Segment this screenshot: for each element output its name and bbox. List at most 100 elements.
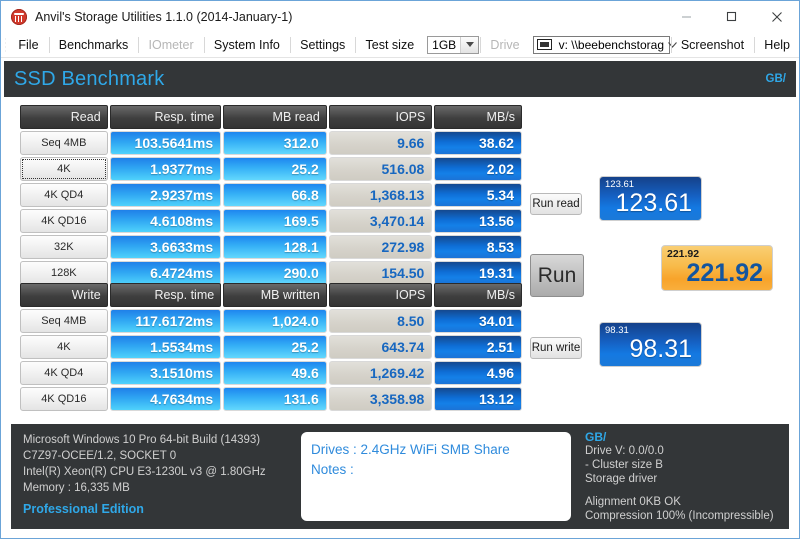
read-mb-cell: 128.1 [223, 235, 327, 259]
read-iops-cell: 9.66 [328, 131, 433, 155]
table-row: 4K QD16 4.7634ms 131.6 3,358.98 13.12 [20, 387, 522, 411]
write-mbs-cell: 34.01 [434, 309, 522, 333]
write-test-button[interactable]: 4K QD16 [20, 387, 108, 411]
total-score-panel: 221.92 221.92 [661, 245, 773, 291]
run-write-button[interactable]: Run write [530, 337, 582, 359]
system-board: C7Z97-OCEE/1.2, SOCKET 0 [23, 450, 177, 462]
write-resp-cell: 3.1510ms [109, 361, 222, 385]
read-iops-cell: 272.98 [328, 235, 433, 259]
system-edition: Professional Edition [23, 502, 144, 516]
run-read-button[interactable]: Run read [530, 193, 582, 215]
read-resp-cell: 6.4724ms [109, 261, 222, 285]
table-row: 4K 1.9377ms 25.2 516.08 2.02 [20, 157, 522, 181]
read-mb-cell: 312.0 [223, 131, 327, 155]
drive-info-unit: GB/ [585, 430, 607, 444]
read-resp-cell: 103.5641ms [109, 131, 222, 155]
window-controls [664, 1, 799, 32]
drive-label: Drive [490, 37, 520, 52]
read-iops-cell: 3,470.14 [328, 209, 433, 233]
read-iops-cell: 154.50 [328, 261, 433, 285]
title-bar: Anvil's Storage Utilities 1.1.0 (2014-Ja… [1, 1, 799, 32]
system-os: Microsoft Windows 10 Pro 64-bit Build (1… [23, 434, 261, 446]
table-row: 32K 3.6633ms 128.1 272.98 8.53 [20, 235, 522, 259]
drive-value: v: \\beebenchstorag [558, 37, 664, 52]
drive-info-panel: GB/ Drive V: 0.0/0.0 - Cluster size B St… [571, 424, 789, 529]
page-title-banner: SSD Benchmark GB/ [4, 61, 796, 97]
menu-item-settings[interactable]: Settings [291, 36, 354, 54]
read-header-cell: Read [20, 105, 108, 129]
minimize-icon[interactable] [664, 1, 709, 32]
read-test-button[interactable]: 4K QD16 [20, 209, 108, 233]
read-mb-cell: 169.5 [223, 209, 327, 233]
menu-item-help[interactable]: Help [755, 36, 799, 54]
write-resp-cell: 1.5534ms [109, 335, 222, 359]
read-header-cell: IOPS [328, 105, 433, 129]
write-header-cell: MB written [223, 283, 327, 307]
read-mbs-cell: 19.31 [434, 261, 522, 285]
toolbar-grip-icon[interactable] [5, 36, 7, 53]
write-iops-cell: 8.50 [328, 309, 433, 333]
write-header-cell: MB/s [434, 283, 523, 307]
write-header-cell: IOPS [328, 283, 433, 307]
table-row: 4K QD4 2.9237ms 66.8 1,368.13 5.34 [20, 183, 522, 207]
drive-select[interactable]: v: \\beebenchstorag [532, 35, 677, 54]
read-mbs-cell: 38.62 [434, 131, 522, 155]
banner-unit: GB/ [765, 73, 786, 85]
read-test-button[interactable]: Seq 4MB [20, 131, 108, 155]
write-resp-cell: 117.6172ms [109, 309, 222, 333]
table-row: 4K QD4 3.1510ms 49.6 1,269.42 4.96 [20, 361, 522, 385]
anvil-icon [11, 8, 27, 25]
write-score-small: 98.31 [605, 325, 629, 336]
read-test-button[interactable]: 32K [20, 235, 108, 259]
write-test-button[interactable]: Seq 4MB [20, 309, 108, 333]
notes-line: Notes : [311, 462, 354, 477]
maximize-icon[interactable] [709, 1, 754, 32]
read-header-cell: MB read [223, 105, 327, 129]
drive-info-driver: Storage driver [585, 473, 658, 485]
write-iops-cell: 643.74 [328, 335, 433, 359]
write-mb-cell: 131.6 [223, 387, 327, 411]
menu-item-benchmarks[interactable]: Benchmarks [50, 36, 137, 54]
read-mb-cell: 25.2 [223, 157, 327, 181]
read-mbs-cell: 13.56 [434, 209, 522, 233]
window-title: Anvil's Storage Utilities 1.1.0 (2014-Ja… [35, 9, 293, 24]
read-header-cell: Resp. time [109, 105, 222, 129]
read-resp-cell: 3.6633ms [109, 235, 222, 259]
read-iops-cell: 516.08 [328, 157, 433, 181]
menu-item-file[interactable]: File [9, 36, 47, 54]
read-header-cell: MB/s [434, 105, 523, 129]
drive-info-compression: Compression 100% (Incompressible) [585, 510, 774, 522]
table-row: 4K QD16 4.6108ms 169.5 3,470.14 13.56 [20, 209, 522, 233]
notes-input[interactable]: Drives : 2.4GHz WiFi SMB Share Notes : [301, 432, 571, 521]
write-results-table: Write Resp. time MB written IOPS MB/s Seq 4MB… [20, 283, 523, 413]
test-size-value: 1GB [432, 37, 457, 52]
close-icon[interactable] [754, 1, 799, 32]
chevron-down-icon[interactable] [460, 36, 479, 53]
read-test-button[interactable]: 4K [20, 157, 108, 181]
read-iops-cell: 1,368.13 [328, 183, 433, 207]
menu-item-screenshot[interactable]: Screenshot [672, 36, 753, 54]
menu-item-iometer: IOmeter [148, 37, 194, 52]
menu-item-system-info[interactable]: System Info [205, 36, 289, 54]
drive-info-spacer [585, 486, 789, 495]
system-memory: Memory : 16,335 MB [23, 482, 130, 494]
write-test-button[interactable]: 4K QD4 [20, 361, 108, 385]
write-test-button[interactable]: 4K [20, 335, 108, 359]
bottom-info-panel: Microsoft Windows 10 Pro 64-bit Build (1… [11, 424, 789, 529]
notes-drives-line: Drives : 2.4GHz WiFi SMB Share [311, 442, 510, 457]
read-mbs-cell: 8.53 [434, 235, 522, 259]
read-resp-cell: 2.9237ms [109, 183, 222, 207]
read-test-button[interactable]: 128K [20, 261, 108, 285]
read-header-row: Read Resp. time MB read IOPS MB/s [20, 105, 523, 129]
read-mb-cell: 66.8 [223, 183, 327, 207]
read-results-table: Read Resp. time MB read IOPS MB/s Seq 4MB 103.… [20, 105, 523, 287]
run-button[interactable]: Run [530, 254, 584, 297]
table-row: 128K 6.4724ms 290.0 154.50 19.31 [20, 261, 522, 285]
read-test-button[interactable]: 4K QD4 [20, 183, 108, 207]
write-mb-cell: 25.2 [223, 335, 327, 359]
write-mbs-cell: 13.12 [434, 387, 522, 411]
read-score-panel: 123.61 123.61 [599, 176, 702, 221]
write-mbs-cell: 2.51 [434, 335, 522, 359]
test-size-select[interactable]: 1GB [427, 35, 480, 54]
read-score-value: 123.61 [615, 189, 692, 217]
